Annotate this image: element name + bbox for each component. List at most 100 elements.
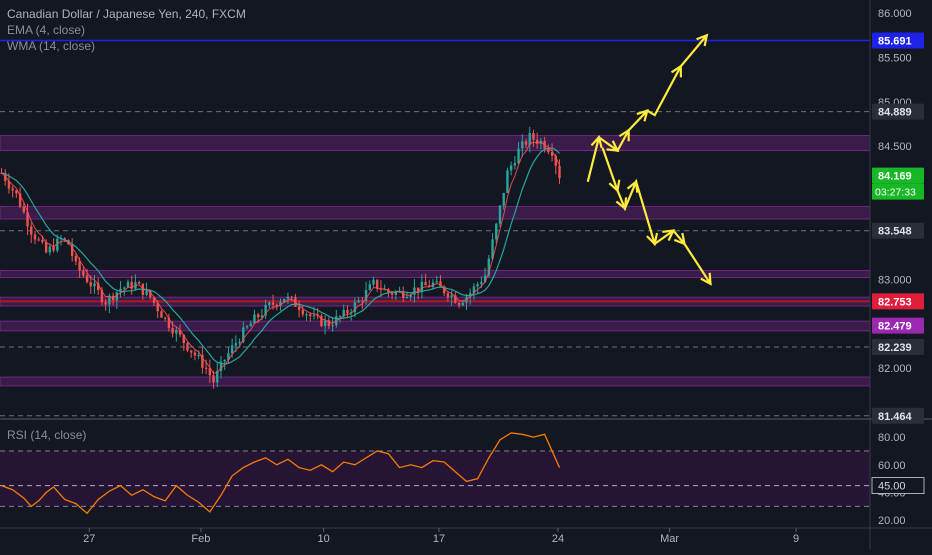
candle-body xyxy=(405,296,409,299)
price-chart[interactable]: 86.00085.50085.00084.50083.00082.00080.0… xyxy=(0,0,932,550)
candle-body xyxy=(223,359,226,362)
candle-body xyxy=(476,284,479,287)
candle-body xyxy=(372,279,375,285)
candle-body xyxy=(163,317,167,319)
candle-body xyxy=(126,281,130,288)
countdown-text: 03:27:33 xyxy=(875,187,916,199)
candle-body xyxy=(212,375,215,383)
time-tick-label: Feb xyxy=(191,533,210,545)
rsi-level-text: 45.00 xyxy=(878,481,906,493)
candle-body xyxy=(145,290,148,295)
ema-indicator-label[interactable]: EMA (4, close) xyxy=(7,22,246,38)
candle-body xyxy=(301,309,305,315)
candle-body xyxy=(234,343,238,346)
candle-body xyxy=(420,281,424,292)
candle-body xyxy=(82,270,85,276)
time-tick-label: 24 xyxy=(552,533,564,545)
rsi-tick-label: 80.00 xyxy=(878,432,906,444)
candle-body xyxy=(78,261,81,271)
chart-window[interactable]: 86.000 85.500 85.000 84.500 83.000 82.000 80.0… xyxy=(0,0,932,550)
candle-body xyxy=(357,300,360,303)
candle-body xyxy=(312,315,316,317)
candle-body xyxy=(85,275,89,283)
symbol-title[interactable]: Canadian Dollar / Japanese Yen, 240, FXC… xyxy=(7,6,246,22)
price-tick-label: 84.500 xyxy=(878,141,912,153)
rsi-indicator-label[interactable]: RSI (14, close) xyxy=(7,428,86,442)
legend: Canadian Dollar / Japanese Yen, 240, FXC… xyxy=(7,6,246,54)
price-tick-label: 82.000 xyxy=(878,363,912,375)
candle-body xyxy=(30,226,33,235)
candle-body xyxy=(524,141,528,145)
sr-zone xyxy=(0,206,871,220)
candle-body xyxy=(450,295,453,298)
candle-body xyxy=(230,345,234,354)
price-label-text: 82.753 xyxy=(878,296,912,308)
rsi-tick-label: 20.00 xyxy=(878,515,906,527)
price-label-text: 84.169 xyxy=(878,171,912,183)
candle-body xyxy=(256,314,260,318)
candle-body xyxy=(517,148,520,164)
candle-body xyxy=(268,302,271,306)
candle-body xyxy=(104,302,107,305)
candle-body xyxy=(11,188,14,191)
candle-body xyxy=(89,282,92,287)
sr-zone xyxy=(0,376,871,387)
candle-body xyxy=(547,149,550,153)
candle-body xyxy=(509,165,513,171)
candle-body xyxy=(506,170,509,193)
price-label-text: 84.889 xyxy=(878,107,912,119)
candle-body xyxy=(186,343,189,351)
candle-body xyxy=(346,309,349,314)
candle-body xyxy=(171,327,174,334)
candle-body xyxy=(323,320,327,326)
candle-body xyxy=(413,287,416,295)
candle-body xyxy=(521,141,524,149)
candle-body xyxy=(461,302,464,306)
candle-body xyxy=(435,281,438,283)
candle-body xyxy=(197,354,200,356)
candle-body xyxy=(271,302,275,305)
price-label-text: 82.239 xyxy=(878,342,912,354)
price-label-text: 85.691 xyxy=(878,35,912,47)
candle-body xyxy=(480,281,483,285)
price-label-text: 82.479 xyxy=(878,321,912,333)
candle-body xyxy=(305,314,308,316)
time-tick-label: 9 xyxy=(793,533,799,545)
candle-body xyxy=(137,282,141,284)
candle-body xyxy=(528,133,531,145)
candle-body xyxy=(286,296,290,299)
candle-body xyxy=(22,206,26,213)
time-tick-label: 17 xyxy=(433,533,445,545)
price-tick-label: 85.500 xyxy=(878,52,912,64)
candle-body xyxy=(48,246,52,253)
candle-body xyxy=(513,163,517,166)
candle-body xyxy=(204,367,208,369)
candle-body xyxy=(249,323,252,327)
price-label-text: 83.548 xyxy=(878,226,912,238)
candle-body xyxy=(331,325,334,327)
candle-body xyxy=(558,165,561,179)
price-tick-label: 86.000 xyxy=(878,8,912,20)
candle-body xyxy=(245,326,249,328)
candle-body xyxy=(390,293,394,295)
candle-body xyxy=(446,293,450,298)
time-tick-label: Mar xyxy=(660,533,679,545)
candle-body xyxy=(41,239,44,243)
price-tick-label: 83.000 xyxy=(878,274,912,286)
candle-body xyxy=(502,192,505,206)
price-label-text: 81.464 xyxy=(878,411,913,423)
time-tick-label: 10 xyxy=(318,533,330,545)
candle-body xyxy=(457,303,461,306)
candle-body xyxy=(190,350,193,353)
sr-zone xyxy=(0,270,871,279)
candle-body xyxy=(297,306,301,310)
candle-body xyxy=(123,287,126,289)
wma-indicator-label[interactable]: WMA (14, close) xyxy=(7,38,246,54)
candle-body xyxy=(33,234,37,240)
candle-body xyxy=(495,223,498,240)
candle-body xyxy=(37,239,40,241)
candle-body xyxy=(160,311,163,318)
candle-body xyxy=(238,341,241,344)
time-tick-label: 27 xyxy=(83,533,95,545)
candle-body xyxy=(532,133,535,140)
